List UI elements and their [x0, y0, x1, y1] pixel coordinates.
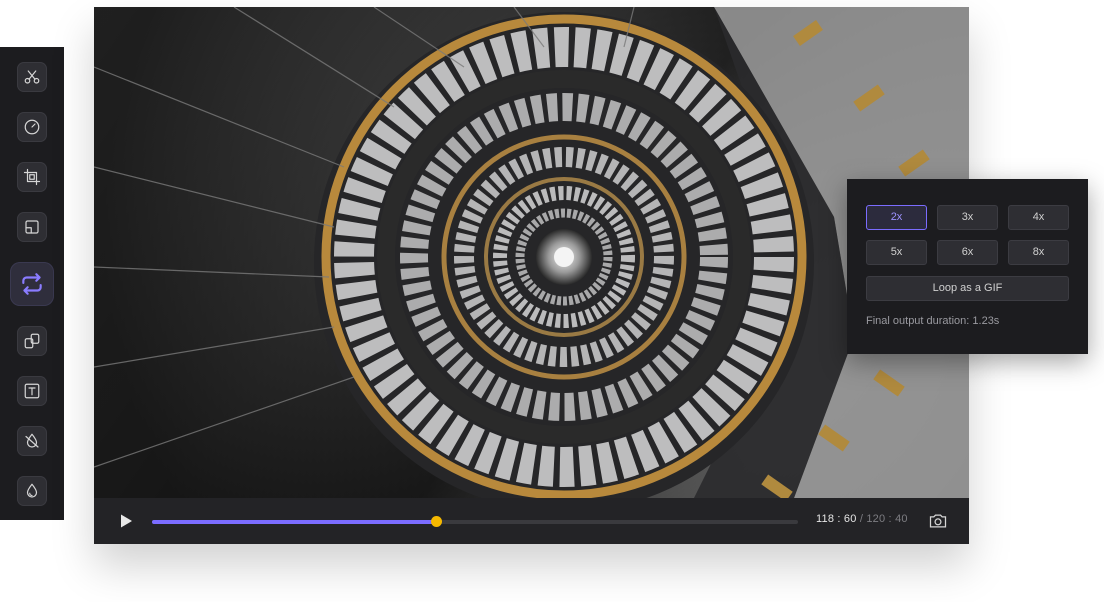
- tool-loop-button[interactable]: [10, 262, 54, 306]
- speed-8x-button[interactable]: 8x: [1008, 240, 1069, 265]
- scissors-icon: [24, 70, 40, 84]
- tool-cut-button[interactable]: [17, 62, 47, 92]
- tool-speed-button[interactable]: [17, 112, 47, 142]
- tool-remove-audio-button[interactable]: [17, 426, 47, 456]
- droplet-icon: [26, 483, 38, 498]
- loop-as-gif-button[interactable]: Loop as a GIF: [866, 276, 1069, 301]
- speed-5x-button[interactable]: 5x: [866, 240, 927, 265]
- play-button[interactable]: [118, 513, 134, 529]
- speed-4x-button[interactable]: 4x: [1008, 205, 1069, 230]
- video-frame[interactable]: [94, 7, 969, 498]
- progress-thumb[interactable]: [431, 516, 443, 527]
- mute-icon: [25, 433, 39, 448]
- camera-icon: [929, 514, 947, 528]
- play-icon: [121, 514, 132, 528]
- tool-resize-button[interactable]: [17, 212, 47, 242]
- resize-icon: [25, 220, 39, 234]
- snapshot-button[interactable]: [928, 511, 948, 531]
- speed-2x-button[interactable]: 2x: [866, 205, 927, 230]
- tool-text-button[interactable]: [17, 376, 47, 406]
- progress-track[interactable]: [152, 516, 798, 527]
- crop-icon: [23, 168, 41, 186]
- progress-fill: [152, 520, 437, 524]
- tool-crop-button[interactable]: [17, 162, 47, 192]
- video-player: 118 : 60 / 120 : 40: [94, 7, 969, 544]
- loop-icon: [22, 273, 42, 295]
- tool-merge-button[interactable]: [17, 326, 47, 356]
- total-time: 120 : 40: [866, 513, 908, 525]
- time-display: 118 : 60 / 120 : 40: [816, 513, 908, 525]
- tool-color-button[interactable]: [17, 476, 47, 506]
- merge-icon: [24, 333, 40, 349]
- time-separator: /: [859, 513, 864, 525]
- current-time: 118 : 60: [816, 513, 857, 525]
- speed-3x-button[interactable]: 3x: [937, 205, 998, 230]
- staircase-image: [94, 7, 969, 498]
- tool-sidebar: [0, 47, 64, 520]
- speedometer-icon: [24, 119, 40, 135]
- player-controls: 118 : 60 / 120 : 40: [94, 498, 969, 544]
- loop-panel: 2x 3x 4x 5x 6x 8x Loop as a GIF Final ou…: [847, 179, 1088, 354]
- text-icon: [24, 383, 40, 399]
- speed-6x-button[interactable]: 6x: [937, 240, 998, 265]
- output-duration-text: Final output duration: 1.23s: [866, 315, 1000, 327]
